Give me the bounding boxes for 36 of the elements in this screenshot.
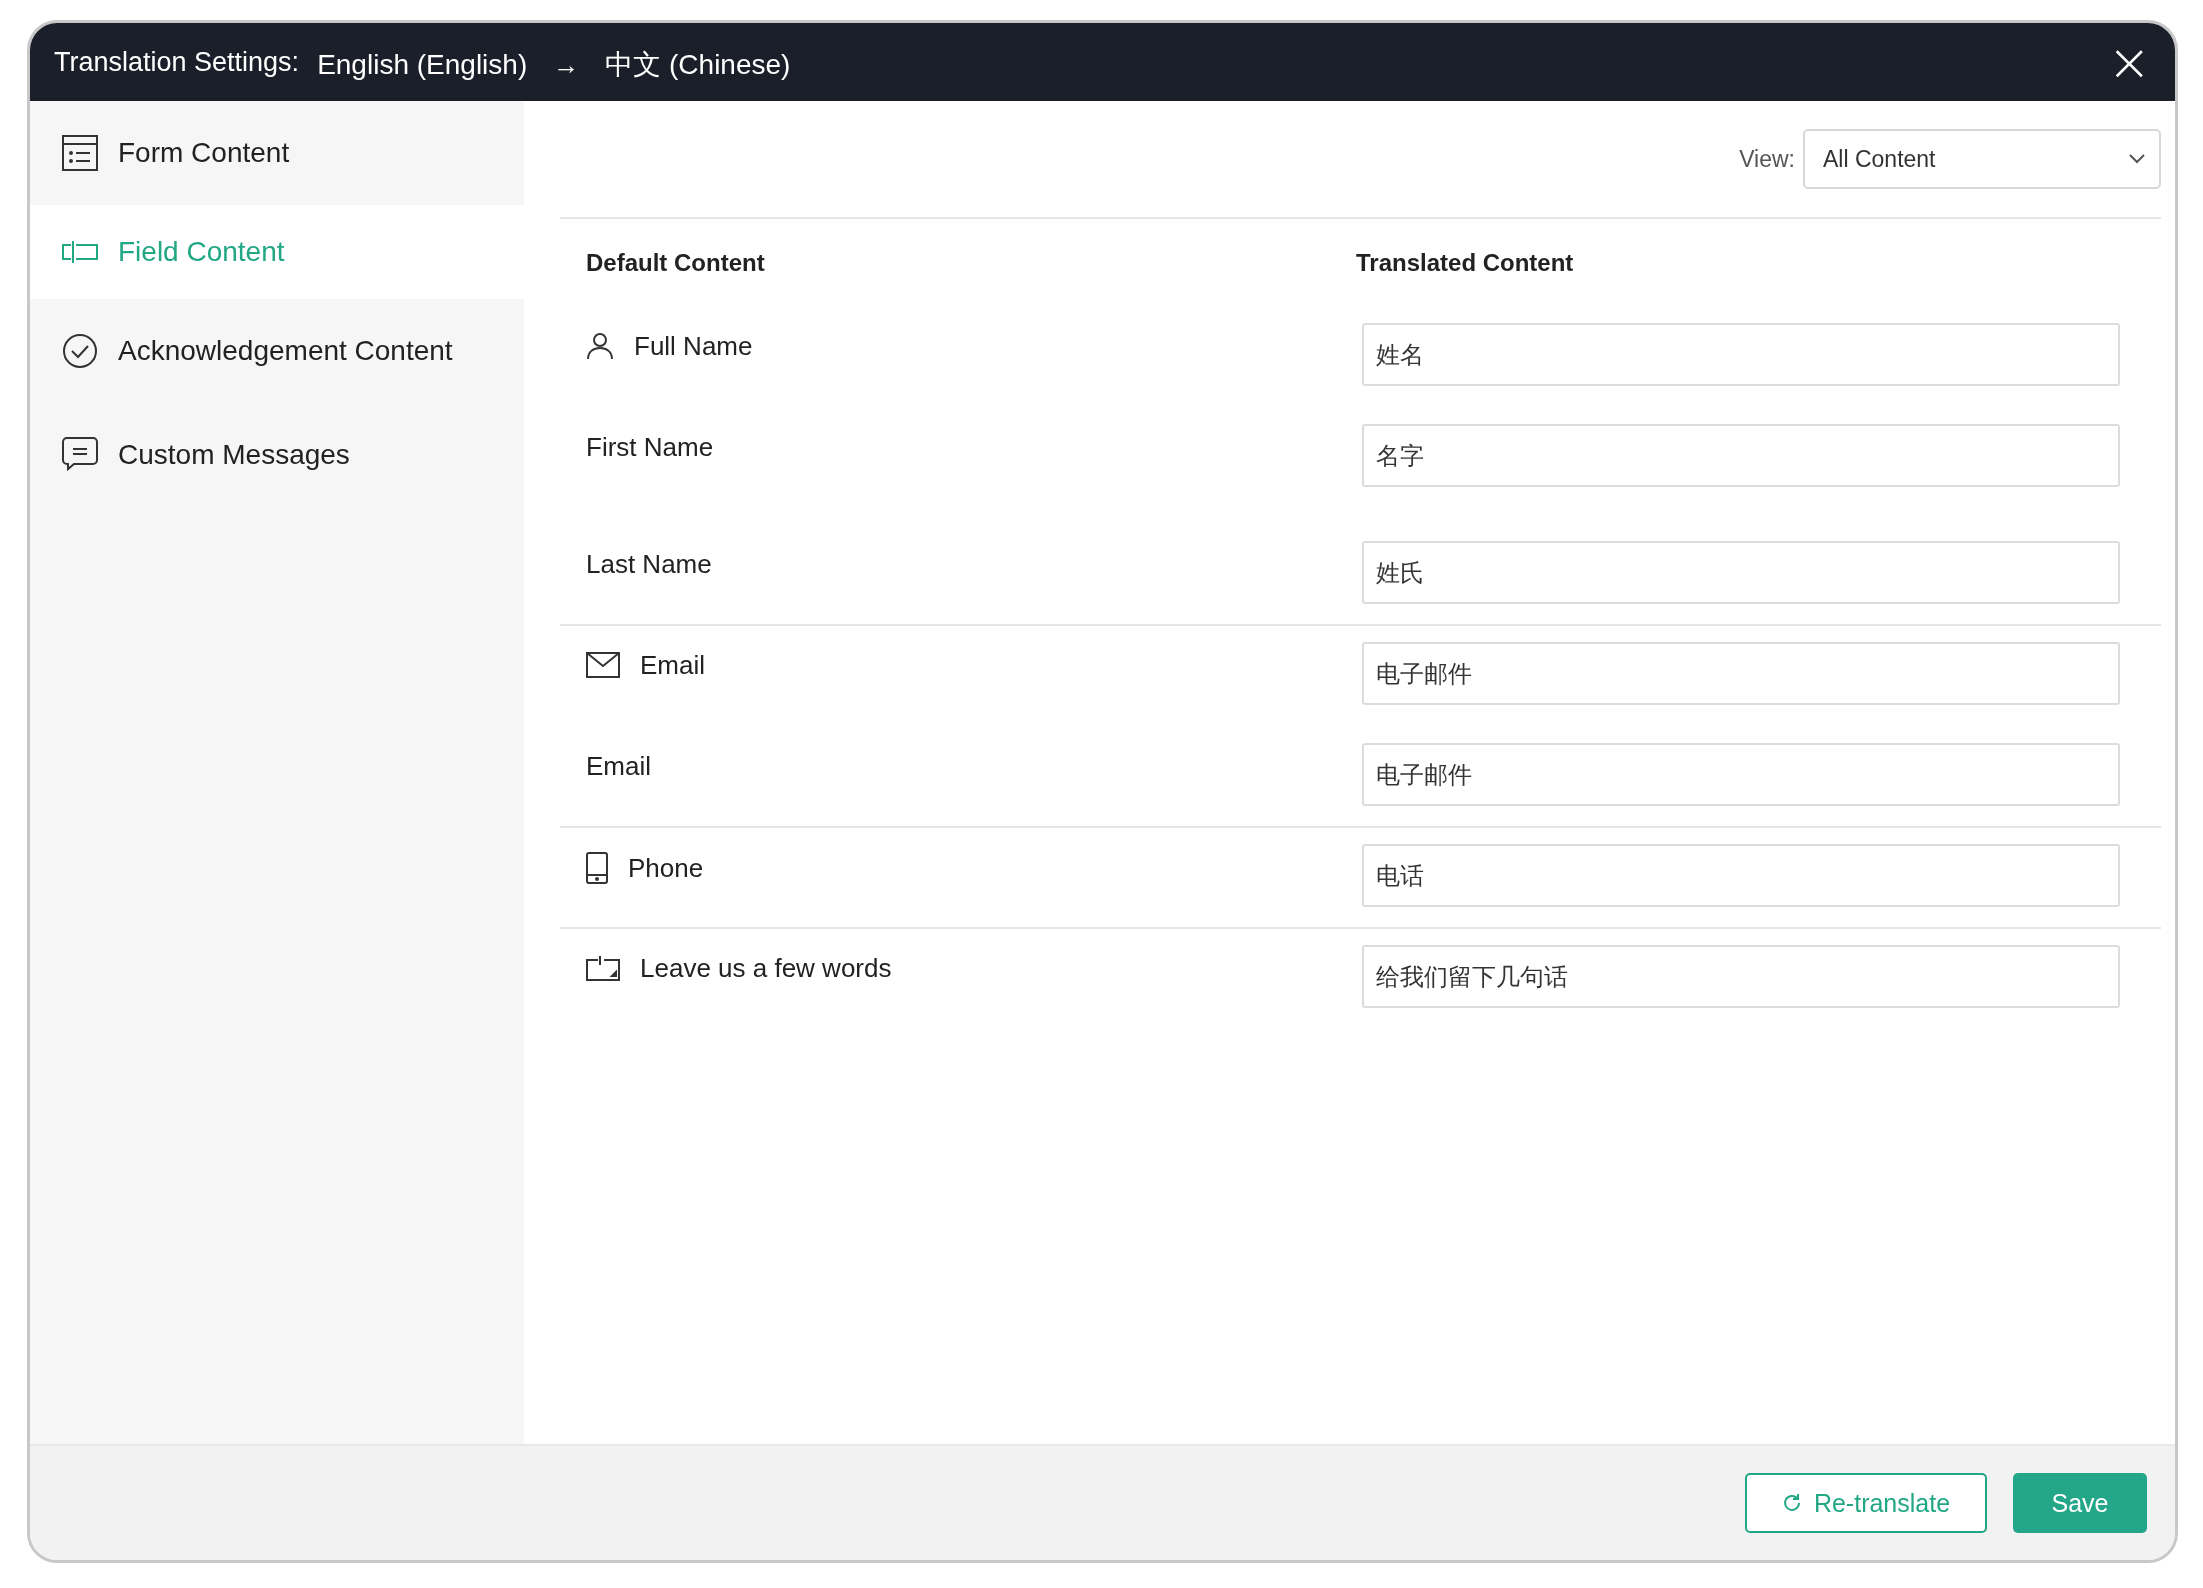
sidebar-item[interactable]: Acknowledgement Content <box>30 299 524 403</box>
target-language: 中文 (Chinese) <box>605 48 791 82</box>
envelope-icon <box>586 652 620 678</box>
translation-field[interactable]: 名字 <box>1362 424 2120 487</box>
column-header: Default Content <box>586 249 766 277</box>
field-label: Email <box>586 751 651 781</box>
check-circle-icon <box>62 333 98 369</box>
text-field-icon <box>62 240 98 264</box>
chat-bubble-icon <box>62 437 98 473</box>
field-label: Last Name <box>586 549 712 579</box>
refresh-icon <box>1781 1493 1802 1513</box>
arrow-glyph: → <box>553 49 580 81</box>
translation-field[interactable]: 给我们留下几句话 <box>1362 945 2120 1008</box>
close-button[interactable]: × <box>2107 36 2151 88</box>
field-label: Email <box>640 650 705 680</box>
sidebar-item[interactable]: Custom Messages <box>30 403 524 507</box>
column-header: Translated Content <box>1356 249 1574 277</box>
sidebar-item[interactable]: Form Content <box>30 101 524 205</box>
text-area-icon <box>586 955 620 981</box>
view-label: View: <box>1739 145 1795 173</box>
field-label: Leave us a few words <box>640 953 892 983</box>
field-label: First Name <box>586 432 714 462</box>
translation-field[interactable]: 电子邮件 <box>1362 642 2120 705</box>
field-label: Phone <box>628 853 704 883</box>
window-title: Translation Settings: <box>54 46 300 78</box>
phone-icon <box>586 852 608 884</box>
source-language: English (English) <box>317 49 528 81</box>
form-icon <box>62 135 98 171</box>
translation-field[interactable]: 电话 <box>1362 844 2120 907</box>
chevron-down-icon <box>2129 154 2145 164</box>
translation-field[interactable]: 电子邮件 <box>1362 743 2120 806</box>
translation-field[interactable]: 姓名 <box>1362 323 2120 386</box>
view-dropdown[interactable]: All Content <box>1803 129 2161 189</box>
translation-field[interactable]: 姓氏 <box>1362 541 2120 604</box>
field-label: Full Name <box>634 331 753 361</box>
person-icon <box>586 332 614 360</box>
